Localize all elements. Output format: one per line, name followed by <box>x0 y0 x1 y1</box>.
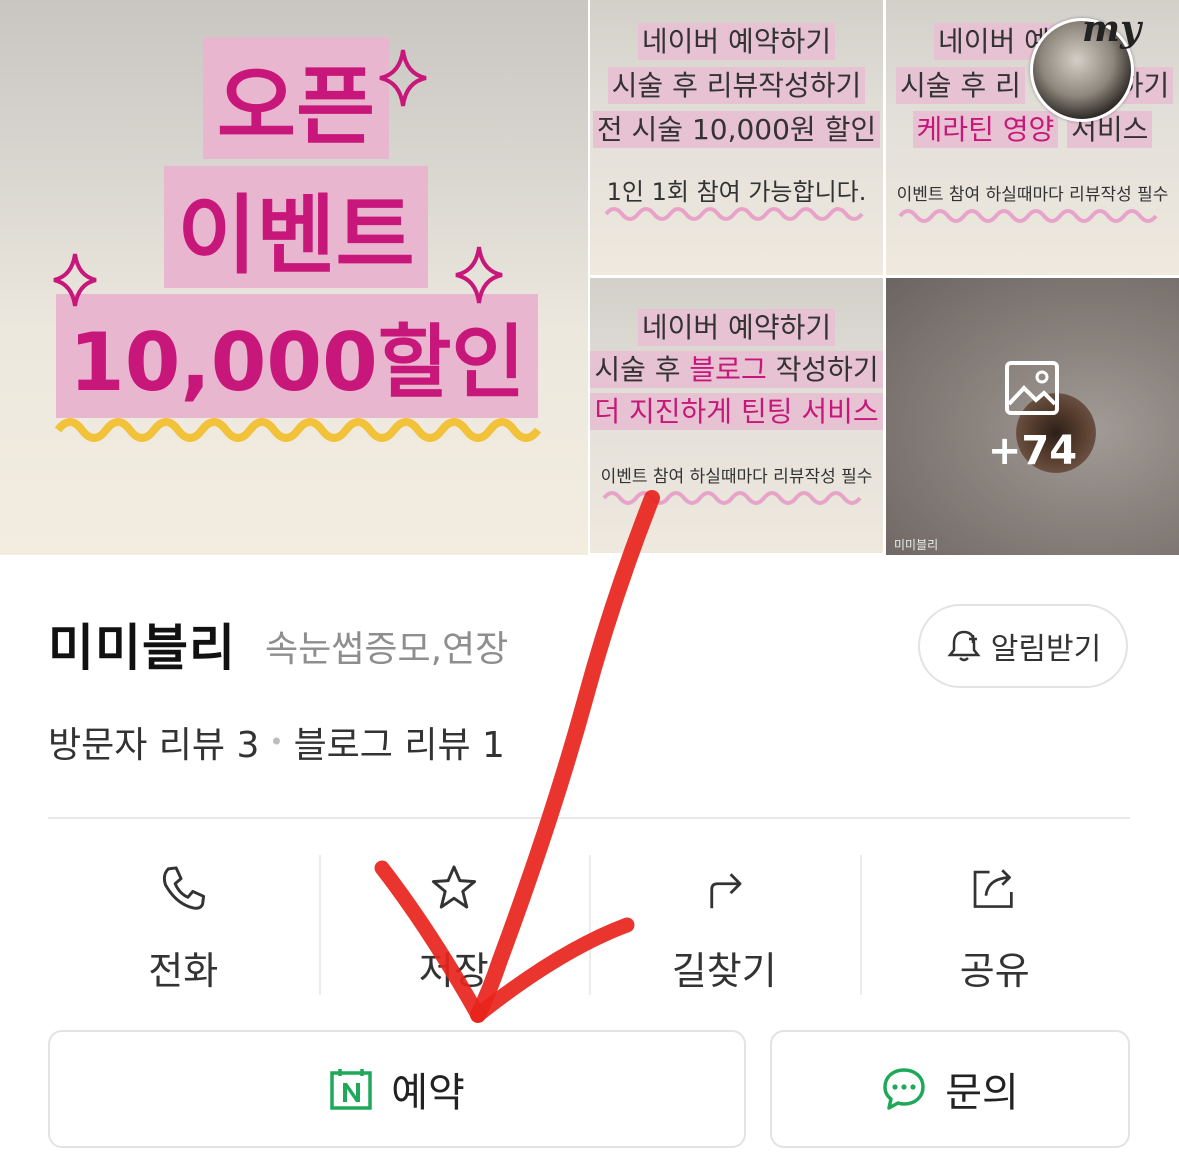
tile1-line3: 전 시술 10,000원 할인 <box>592 111 881 148</box>
tile2-line3a: 케라틴 영양 <box>912 111 1059 148</box>
sparkle-icon <box>53 253 97 307</box>
watermark-text: 미미블리 <box>894 538 939 552</box>
tile3-line2c: 작성하기 <box>766 353 879 386</box>
call-label: 전화 <box>148 949 219 993</box>
share-button[interactable]: 공유 <box>859 855 1131 995</box>
star-icon <box>431 865 476 909</box>
separator-dot: • <box>269 728 284 756</box>
call-button[interactable]: 전화 <box>48 855 319 995</box>
naver-booking-icon <box>330 1069 372 1110</box>
inquiry-label: 문의 <box>945 1070 1019 1116</box>
tile3-line1: 네이버 예약하기 <box>637 309 836 346</box>
divider <box>48 817 1130 819</box>
reserve-button[interactable]: 예약 <box>48 1030 746 1148</box>
tile1-wave-decoration <box>604 207 864 221</box>
tile2-wave-decoration <box>898 209 1158 223</box>
tile1-line2: 시술 후 리뷰작성하기 <box>607 67 866 104</box>
save-button[interactable]: 저장 <box>318 855 590 995</box>
gallery-icon <box>1005 361 1059 415</box>
tile3-line2b: 블로그 <box>689 353 767 386</box>
tile3-line3: 더 지진하게 틴팅 서비스 <box>590 393 883 430</box>
tile2-line2a: 시술 후 리 <box>896 67 1025 104</box>
notify-label: 알림받기 <box>990 632 1102 667</box>
share-label: 공유 <box>959 949 1030 993</box>
directions-label: 길찾기 <box>671 949 777 993</box>
sparkle-icon <box>455 246 503 304</box>
phone-icon <box>163 866 206 910</box>
inquiry-button[interactable]: 문의 <box>770 1030 1130 1148</box>
promo-discount-text: 10,000할인 <box>56 294 538 418</box>
gallery-photo-more[interactable]: +74 미미블리 <box>886 278 1179 555</box>
tile3-line2a: 시술 후 <box>594 353 690 386</box>
directions-icon <box>710 873 742 909</box>
share-icon <box>973 869 1013 908</box>
action-bar: 전화 저장 길찾기 공유 <box>48 855 1130 995</box>
gallery-photo-3[interactable]: 네이버 예약하기 시술 후 블로그 작성하기 더 지진하게 틴팅 서비스 이벤트… <box>590 278 883 553</box>
promo-event-text: 이벤트 <box>164 166 428 288</box>
save-label: 저장 <box>418 949 489 993</box>
bell-plus-icon <box>947 630 981 662</box>
more-photos-count: +74 <box>987 428 1078 474</box>
place-category: 속눈썹증모,연장 <box>265 629 509 670</box>
gallery-photo-1[interactable]: 네이버 예약하기 시술 후 리뷰작성하기 전 시술 10,000원 할인 1인 … <box>590 0 883 275</box>
blog-review-link[interactable]: 블로그 리뷰 1 <box>294 716 505 768</box>
reserve-label: 예약 <box>391 1070 465 1116</box>
chat-bubble-icon <box>883 1068 925 1110</box>
photo-gallery: 오픈 이벤트 10,000할인 네이버 예약하기 시술 후 리뷰작성하기 전 시… <box>0 0 1179 555</box>
avatar-label: my <box>1082 8 1142 50</box>
main-promo-photo[interactable]: 오픈 이벤트 10,000할인 <box>0 0 588 555</box>
tile3-wave-decoration <box>602 491 862 505</box>
promo-wave-decoration <box>54 418 542 442</box>
visitor-review-link[interactable]: 방문자 리뷰 3 <box>48 716 259 768</box>
place-name: 미미블리 <box>48 619 236 677</box>
directions-button[interactable]: 길찾기 <box>589 855 860 995</box>
tile1-line1: 네이버 예약하기 <box>637 23 836 60</box>
sparkle-icon <box>379 49 427 107</box>
notify-button[interactable]: 알림받기 <box>918 604 1128 688</box>
promo-open-text: 오픈 <box>203 37 389 159</box>
review-summary: 방문자 리뷰 3 • 블로그 리뷰 1 <box>48 716 505 768</box>
